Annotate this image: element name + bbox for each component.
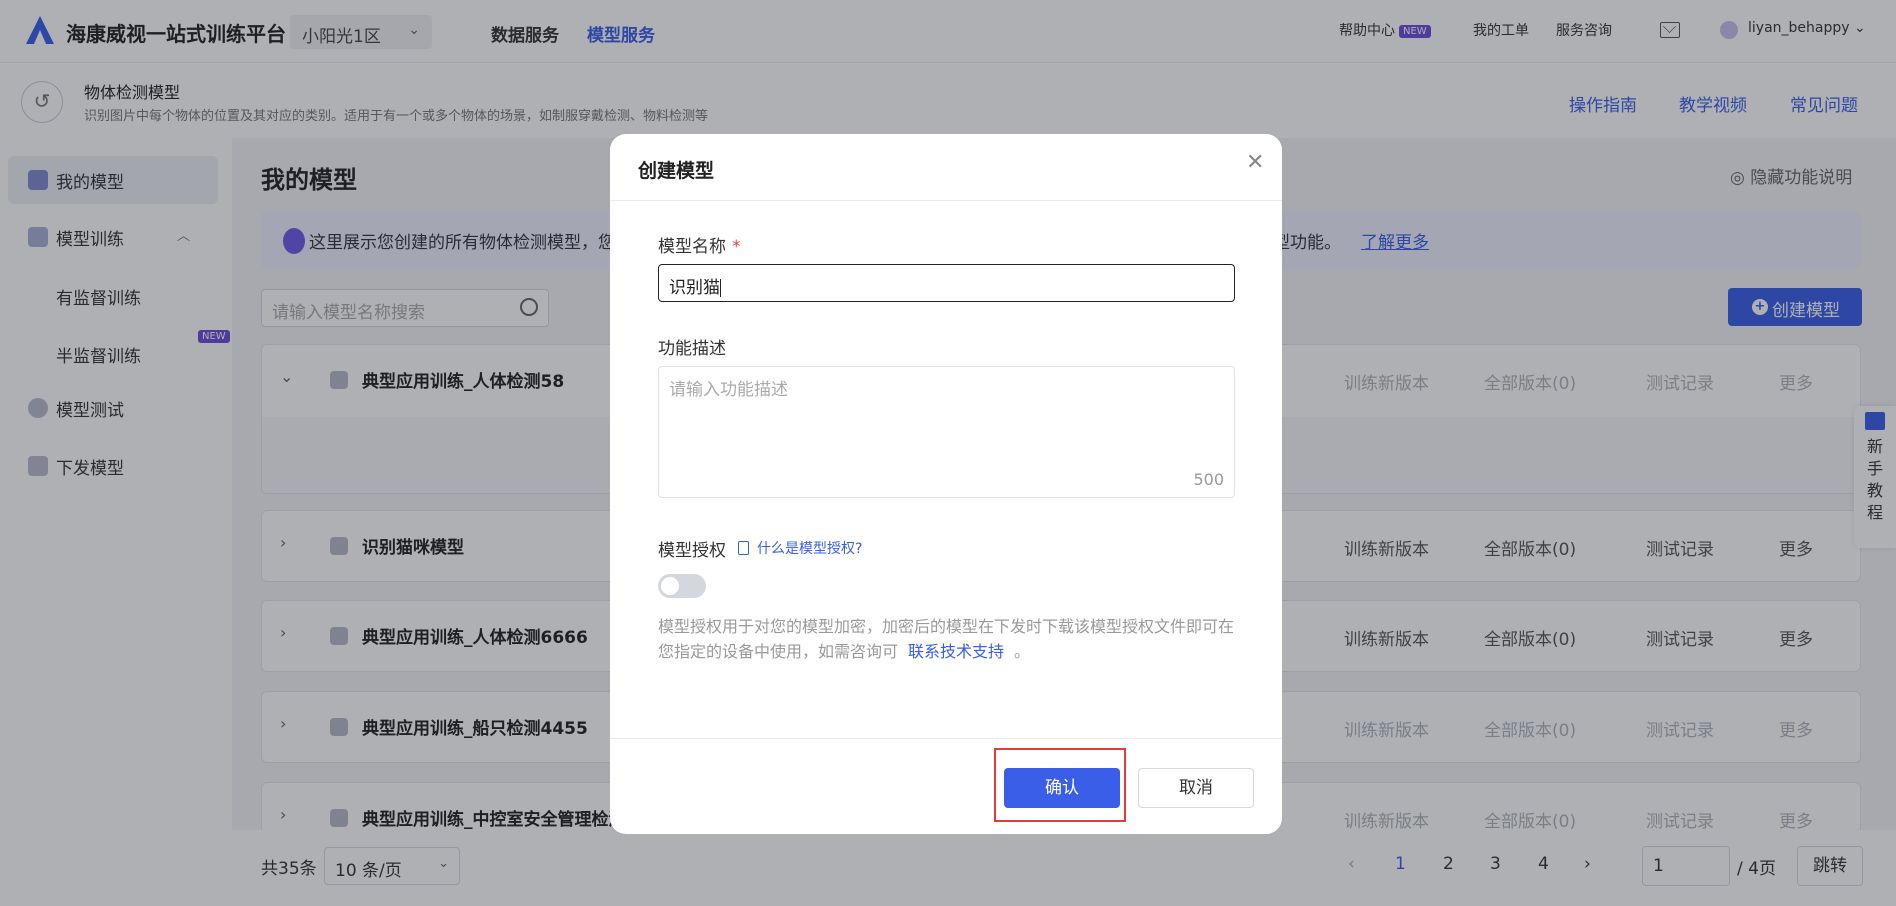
- confirm-button[interactable]: 确认: [1004, 768, 1120, 808]
- cancel-button[interactable]: 取消: [1138, 768, 1254, 808]
- auth-description: 模型授权用于对您的模型加密，加密后的模型在下发时下载该模型授权文件即可在您指定的…: [658, 617, 1235, 661]
- document-icon: [738, 541, 749, 555]
- description-label: 功能描述: [658, 339, 726, 359]
- model-name-input[interactable]: 识别猫: [658, 264, 1235, 302]
- required-mark: *: [732, 237, 741, 257]
- model-name-label: 模型名称 *: [658, 237, 741, 257]
- auth-label: 模型授权: [658, 541, 726, 561]
- create-model-dialog: 创建模型 ✕ 模型名称 * 识别猫 功能描述 请输入功能描述 500 模型授权 什…: [610, 134, 1282, 834]
- divider: [610, 200, 1282, 201]
- contact-support-link[interactable]: 联系技术支持: [908, 642, 1004, 661]
- divider: [610, 738, 1282, 739]
- auth-toggle[interactable]: [658, 574, 706, 598]
- close-icon[interactable]: ✕: [1246, 150, 1264, 175]
- toggle-knob: [661, 577, 679, 595]
- char-limit: 500: [1193, 470, 1224, 489]
- dialog-title: 创建模型: [638, 160, 715, 182]
- auth-help-link[interactable]: 什么是模型授权?: [738, 538, 862, 558]
- description-textarea[interactable]: 请输入功能描述 500: [658, 366, 1235, 498]
